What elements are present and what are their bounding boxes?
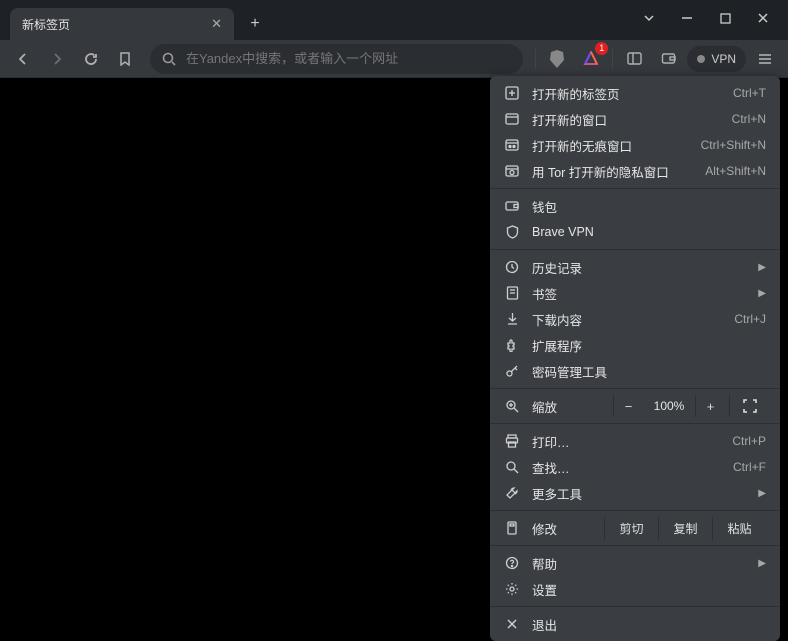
- cut-button[interactable]: 剪切: [604, 517, 658, 540]
- back-button[interactable]: [8, 44, 38, 74]
- wallet-icon: [504, 199, 520, 213]
- menu-new-private-window[interactable]: 打开新的无痕窗口 Ctrl+Shift+N: [490, 132, 780, 158]
- menu-downloads[interactable]: 下载内容 Ctrl+J: [490, 306, 780, 332]
- zoom-in-button[interactable]: +: [695, 395, 725, 417]
- menu-passwords[interactable]: 密码管理工具: [490, 358, 780, 384]
- downloads-icon: [504, 312, 520, 326]
- toolbar-separator: [535, 49, 536, 69]
- private-window-icon: [504, 138, 520, 152]
- menu-settings[interactable]: 设置: [490, 576, 780, 602]
- forward-button[interactable]: [42, 44, 72, 74]
- titlebar: 新标签页 ✕ +: [0, 0, 788, 40]
- brave-shield-icon[interactable]: [542, 44, 572, 74]
- menu-brave-vpn[interactable]: Brave VPN: [490, 219, 780, 245]
- brave-rewards-icon[interactable]: 1: [576, 44, 606, 74]
- help-icon: [504, 556, 520, 570]
- new-tab-icon: [504, 86, 520, 100]
- tab-title: 新标签页: [22, 16, 70, 33]
- toolbar-separator: [612, 49, 613, 69]
- new-window-icon: [504, 112, 520, 126]
- new-tab-button[interactable]: +: [240, 8, 270, 40]
- menu-new-window[interactable]: 打开新的窗口 Ctrl+N: [490, 106, 780, 132]
- menu-exit[interactable]: 退出: [490, 611, 780, 637]
- menu-new-tab[interactable]: 打开新的标签页 Ctrl+T: [490, 80, 780, 106]
- vpn-shield-icon: [504, 225, 520, 239]
- zoom-value: 100%: [643, 399, 695, 413]
- address-input[interactable]: [186, 51, 511, 66]
- zoom-out-button[interactable]: −: [613, 395, 643, 417]
- vpn-status-dot: [697, 55, 705, 63]
- vpn-button[interactable]: VPN: [687, 46, 746, 72]
- menu-bookmarks[interactable]: 书签 ▶: [490, 280, 780, 306]
- history-icon: [504, 260, 520, 274]
- tools-icon: [504, 486, 520, 500]
- menu-new-tor-window[interactable]: 用 Tor 打开新的隐私窗口 Alt+Shift+N: [490, 158, 780, 184]
- key-icon: [504, 364, 520, 378]
- wallet-icon[interactable]: [653, 44, 683, 74]
- app-menu: 打开新的标签页 Ctrl+T 打开新的窗口 Ctrl+N 打开新的无痕窗口 Ct…: [490, 76, 780, 641]
- exit-icon: [504, 618, 520, 630]
- menu-more-tools[interactable]: 更多工具 ▶: [490, 480, 780, 506]
- vpn-label: VPN: [711, 52, 736, 66]
- toolbar: 1 VPN: [0, 40, 788, 78]
- copy-button[interactable]: 复制: [658, 517, 712, 540]
- chevron-right-icon: ▶: [758, 558, 766, 569]
- settings-icon: [504, 582, 520, 596]
- close-tab-icon[interactable]: ✕: [211, 16, 222, 32]
- sidebar-toggle-icon[interactable]: [619, 44, 649, 74]
- reload-button[interactable]: [76, 44, 106, 74]
- chevron-right-icon: ▶: [758, 488, 766, 499]
- rewards-badge: 1: [595, 42, 608, 55]
- paste-button[interactable]: 粘贴: [712, 517, 766, 540]
- close-window-button[interactable]: [746, 6, 780, 30]
- menu-extensions[interactable]: 扩展程序: [490, 332, 780, 358]
- maximize-button[interactable]: [708, 6, 742, 30]
- menu-zoom: 缩放 − 100% +: [490, 393, 780, 419]
- menu-wallet[interactable]: 钱包: [490, 193, 780, 219]
- extensions-icon: [504, 338, 520, 352]
- menu-help[interactable]: 帮助 ▶: [490, 550, 780, 576]
- bookmarks-icon: [504, 286, 520, 300]
- menu-print[interactable]: 打印… Ctrl+P: [490, 428, 780, 454]
- chevron-right-icon: ▶: [758, 262, 766, 273]
- tor-window-icon: [504, 164, 520, 178]
- active-tab[interactable]: 新标签页 ✕: [10, 8, 234, 40]
- menu-edit: 修改 剪切 复制 粘贴: [490, 515, 780, 541]
- search-icon: [162, 52, 176, 66]
- edit-icon: [504, 521, 520, 535]
- address-bar[interactable]: [150, 44, 523, 74]
- print-icon: [504, 434, 520, 448]
- zoom-icon: [504, 399, 520, 413]
- minimize-button[interactable]: [670, 6, 704, 30]
- menu-history[interactable]: 历史记录 ▶: [490, 254, 780, 280]
- find-icon: [504, 460, 520, 474]
- dropdown-icon[interactable]: [632, 6, 666, 30]
- menu-find[interactable]: 查找… Ctrl+F: [490, 454, 780, 480]
- fullscreen-button[interactable]: [734, 395, 766, 417]
- bookmark-button[interactable]: [110, 44, 140, 74]
- app-menu-button[interactable]: [750, 44, 780, 74]
- chevron-right-icon: ▶: [758, 288, 766, 299]
